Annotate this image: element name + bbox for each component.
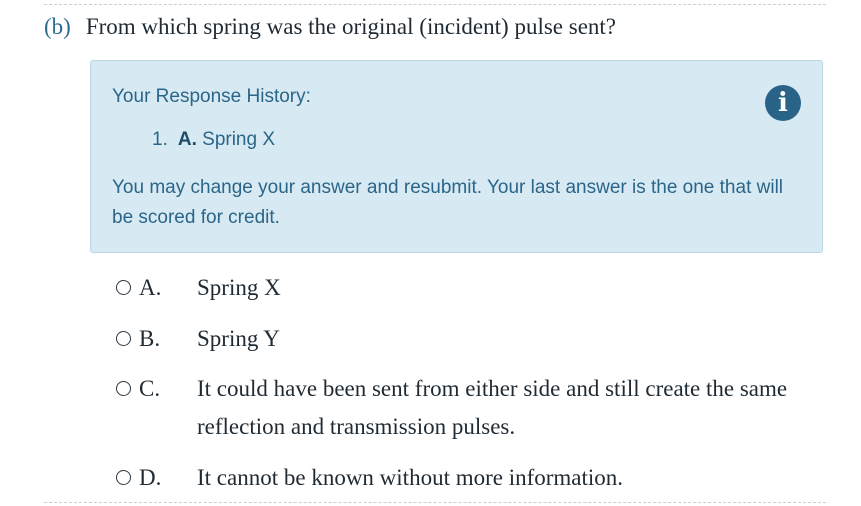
option-d[interactable]: D. It cannot be known without more infor… — [116, 459, 847, 497]
response-history-item: 1. A. Spring X — [152, 129, 275, 151]
history-item-text: Spring X — [202, 129, 276, 150]
radio-button-b[interactable] — [116, 331, 131, 346]
top-divider — [44, 4, 826, 5]
history-item-number: 1. — [152, 129, 168, 150]
option-text: It cannot be known without more informat… — [197, 465, 624, 490]
option-letter: D. — [139, 465, 162, 490]
response-history-title: Your Response History: — [112, 86, 311, 107]
option-a[interactable]: A. Spring X — [116, 269, 847, 307]
resubmit-note: You may change your answer and resubmit.… — [112, 177, 784, 228]
history-item-letter: A. — [177, 129, 197, 150]
option-text: It could have been sent from either side… — [197, 376, 788, 439]
question-text: From which spring was the original (inci… — [85, 14, 616, 39]
radio-button-c[interactable] — [116, 381, 131, 396]
response-history-panel: Your Response History: 1. A. Spring X You… — [90, 60, 823, 253]
info-icon[interactable]: i — [765, 85, 801, 121]
bottom-divider — [44, 502, 826, 503]
option-b[interactable]: B. Spring Y — [116, 320, 847, 358]
question-label: (b) — [44, 14, 71, 39]
option-text: Spring X — [197, 275, 281, 300]
radio-button-a[interactable] — [116, 280, 131, 295]
option-letter: C. — [139, 376, 161, 401]
option-text: Spring Y — [197, 326, 280, 351]
radio-button-d[interactable] — [116, 470, 131, 485]
question-header: (b) From which spring was the original (… — [44, 11, 616, 43]
option-c[interactable]: C. It could have been sent from either s… — [116, 370, 847, 446]
option-letter: A. — [139, 275, 162, 300]
option-letter: B. — [139, 326, 161, 351]
